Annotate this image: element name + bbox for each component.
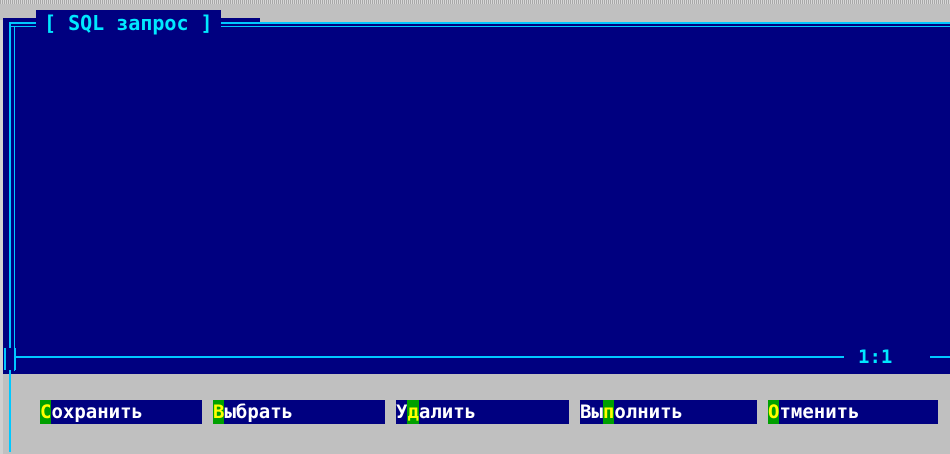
hotkey-letter: О: [768, 400, 780, 424]
frame-left-line: [9, 22, 11, 452]
frame-left-inner-line: [14, 26, 15, 371]
button-label-rest: ыбрать: [224, 401, 294, 423]
hotkey-letter: д: [407, 400, 419, 424]
execute-button[interactable]: Выполнить: [580, 400, 757, 424]
hotkey-letter: п: [602, 400, 615, 424]
delete-button[interactable]: Удалить: [396, 400, 569, 424]
save-button[interactable]: Сохранить: [40, 400, 202, 424]
top-border: [0, 0, 950, 4]
editor-separator-line: [10, 356, 844, 358]
button-label-rest: охранить: [51, 401, 143, 423]
button-label-pre: У: [396, 401, 408, 423]
button-label-rest: олнить: [614, 401, 683, 423]
cancel-button[interactable]: Отменить: [768, 400, 938, 424]
button-label-rest: алить: [418, 401, 477, 423]
scrollbar-handle[interactable]: [4, 348, 16, 370]
select-button[interactable]: Выбрать: [213, 400, 385, 424]
button-label-rest: тменить: [779, 401, 860, 423]
editor-separator-line-end: [930, 356, 950, 358]
hotkey-letter: С: [40, 400, 52, 424]
window-title: [ SQL запрос ]: [36, 10, 221, 36]
button-label-pre: Вы: [580, 401, 603, 423]
hotkey-letter: В: [213, 400, 225, 424]
cursor-position-indicator: 1:1: [852, 345, 899, 369]
button-row: Сохранить Выбрать Удалить Выполнить Отме…: [0, 400, 950, 424]
sql-editor-area[interactable]: [3, 18, 950, 374]
